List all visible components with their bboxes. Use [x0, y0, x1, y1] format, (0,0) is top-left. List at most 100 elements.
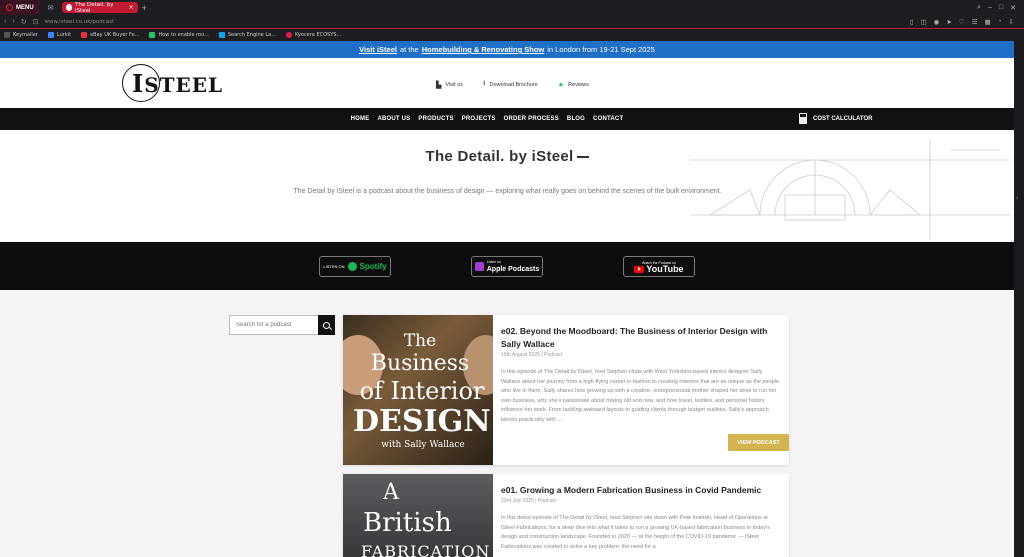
thumb-text: FABRICATION: [361, 542, 491, 557]
visit-us-link[interactable]: ▙ Visit us: [436, 79, 463, 90]
sidebar-toggle-icon[interactable]: ›: [1016, 195, 1018, 202]
podcast-hero: The Detail. by iSteel The Detail by iSte…: [0, 130, 1014, 242]
close-window-icon[interactable]: ✕: [1010, 4, 1016, 12]
spotify-pre-label: LISTEN ON: [323, 263, 345, 269]
bookmark-item[interactable]: Search Engine La...: [218, 32, 276, 38]
header-links: ▙ Visit us ⭳ Download Brochure ★ Reviews: [436, 79, 589, 90]
bookmark-label: eBay UK Buyer Fe...: [90, 32, 140, 38]
bookmark-item[interactable]: Keymailer: [4, 32, 38, 38]
listen-on-spotify-button[interactable]: LISTEN ON Spotify: [319, 255, 391, 277]
easy-setup-icon[interactable]: ▦: [984, 18, 990, 26]
downloads-icon[interactable]: ⇩: [1009, 18, 1014, 26]
nav-item-blog[interactable]: BLOG: [567, 116, 585, 122]
cost-calculator-label: COST CALCULATOR: [813, 115, 873, 122]
reload-icon[interactable]: ↻: [21, 18, 27, 26]
nav-item-contact[interactable]: CONTACT: [593, 116, 623, 122]
heart-icon[interactable]: ♡: [959, 18, 965, 26]
nav-item-order-process[interactable]: ORDER PROCESS: [504, 116, 559, 122]
episode-thumbnail[interactable]: A British FABRICATION: [343, 474, 493, 557]
account-icon[interactable]: ◔: [998, 18, 1002, 26]
bookmark-label: Kyocera ECOSYS...: [294, 32, 342, 38]
send-icon[interactable]: ➤: [946, 18, 951, 26]
listen-on-apple-podcasts-button[interactable]: Listen on Apple Podcasts: [471, 255, 543, 277]
bookmark-label: Lurkit: [56, 32, 72, 38]
announcement-dates: in London from 19-21 Sept 2025: [547, 45, 655, 54]
visit-us-label: Visit us: [445, 81, 464, 88]
announcement-text: at the: [399, 45, 419, 54]
announcement-event-link[interactable]: Homebuilding & Renovating Show: [422, 45, 545, 54]
bookmark-item[interactable]: How to enable roo...: [149, 32, 209, 38]
snapshot-icon[interactable]: ◫: [921, 18, 927, 26]
star-icon: ★: [557, 81, 565, 89]
tab-favicon-icon: [65, 4, 73, 11]
apple-podcasts-icon: [474, 261, 484, 271]
thumb-text: British: [363, 508, 452, 538]
bookmark-label: Search Engine La...: [227, 32, 276, 38]
nav-items: HOME ABOUT US PRODUCTS PROJECTS ORDER PROCES…: [351, 116, 624, 122]
minimize-icon[interactable]: –: [988, 4, 992, 12]
cost-calculator-link[interactable]: COST CALCULATOR: [799, 113, 872, 124]
page-description: The Detail by iSteel is a podcast about …: [293, 188, 722, 195]
view-podcast-button[interactable]: VIEW PODCAST: [728, 434, 789, 451]
episode-title[interactable]: e02. Beyond the Moodboard: The Business …: [501, 325, 779, 351]
maximize-icon[interactable]: □: [999, 4, 1003, 12]
calculator-icon: [799, 113, 807, 124]
nav-item-about-us[interactable]: ABOUT US: [377, 116, 410, 122]
bookmark-item[interactable]: Kyocera ECOSYS...: [285, 32, 342, 38]
page-title-text: The Detail. by iSteel: [425, 148, 574, 165]
brochure-label: Download Brochure: [489, 81, 538, 88]
browser-tab-active[interactable]: The Detail. by iSteel ×: [61, 1, 138, 14]
watch-on-youtube-button[interactable]: Watch the Podcast on YouTube: [623, 255, 695, 277]
browser-menu-button[interactable]: MENU: [0, 0, 40, 15]
bookmark-label: Keymailer: [13, 32, 38, 38]
episode-card[interactable]: The Business of Interior DESIGN with Sal…: [343, 315, 789, 465]
nav-item-home[interactable]: HOME: [351, 116, 370, 122]
spotify-label: Spotify: [359, 261, 387, 271]
bookmark-favicon-icon: [47, 32, 54, 38]
episode-content: e02. Beyond the Moodboard: The Business …: [501, 325, 779, 425]
bookmarks-bar: Keymailer Lurkit eBay UK Buyer Fe... How…: [0, 29, 1024, 41]
episode-meta: 16th August 2025 | Podcast: [501, 352, 563, 358]
address-bar-row: ‹ › ↻ ⊡ www.isteel.co.uk/podcast ▯ ◫ ◉ ➤…: [0, 15, 1024, 29]
browser-tab-bar: MENU ✉ The Detail. by iSteel × + ⌕ – □ ✕: [0, 0, 1024, 15]
podcast-platforms-bar: LISTEN ON Spotify Listen on Apple Podcast…: [0, 242, 1014, 290]
episode-title[interactable]: e01. Growing a Modern Fabrication Busine…: [501, 484, 779, 497]
episode-thumbnail[interactable]: The Business of Interior DESIGN with Sal…: [343, 315, 493, 465]
thumb-text: with Sally Wallace: [381, 440, 465, 450]
reviews-link[interactable]: ★ Reviews: [558, 79, 589, 90]
thumb-text: DESIGN: [353, 404, 491, 439]
nav-item-products[interactable]: PRODUCTS: [418, 116, 453, 122]
bookmark-item[interactable]: Lurkit: [47, 32, 72, 38]
download-brochure-link[interactable]: ⭳ Download Brochure: [483, 79, 538, 90]
back-icon[interactable]: ‹: [4, 18, 6, 25]
download-icon: ⭳: [483, 80, 486, 87]
episode-card[interactable]: A British FABRICATION e01. Growing a Mod…: [343, 474, 789, 557]
tab-close-icon[interactable]: ×: [129, 4, 134, 11]
thumb-text: The: [403, 331, 437, 351]
webpage: Visit iSteel at the Homebuilding & Renov…: [0, 41, 1014, 557]
extension-toolbar: ▯ ◫ ◉ ➤ ♡ ☰ ▦ ◔ ⇩: [910, 18, 1020, 26]
search-icon: [323, 321, 330, 329]
lock-icon: ⊡: [32, 18, 39, 26]
url-field[interactable]: www.isteel.co.uk/podcast: [44, 19, 114, 25]
search-tabs-icon[interactable]: ⌕: [977, 4, 981, 12]
search-input[interactable]: [229, 315, 318, 335]
vpn-icon[interactable]: ◉: [934, 18, 940, 26]
isteel-logo[interactable]: ISTEEL: [122, 64, 222, 102]
mail-icon[interactable]: ✉: [46, 3, 56, 13]
window-controls: ⌕ – □ ✕: [977, 4, 1024, 12]
apple-podcasts-label: Apple Podcasts: [486, 266, 540, 273]
forward-icon[interactable]: ›: [12, 18, 14, 25]
bookmark-favicon-icon: [285, 32, 292, 38]
bookmark-item[interactable]: eBay UK Buyer Fe...: [81, 32, 139, 38]
extensions-icon[interactable]: ☰: [972, 18, 978, 26]
new-tab-icon[interactable]: +: [142, 3, 147, 13]
nav-item-projects[interactable]: PROJECTS: [462, 116, 496, 122]
announcement-link[interactable]: Visit iSteel: [359, 45, 397, 54]
episode-excerpt: In this episode of The Detail by iSteel,…: [501, 369, 780, 423]
search-button[interactable]: [318, 315, 335, 335]
announcement-bar: Visit iSteel at the Homebuilding & Renov…: [0, 41, 1014, 58]
save-icon[interactable]: ▯: [910, 18, 914, 26]
tab-title: The Detail. by iSteel: [75, 1, 114, 14]
building-icon: ▙: [436, 81, 442, 89]
